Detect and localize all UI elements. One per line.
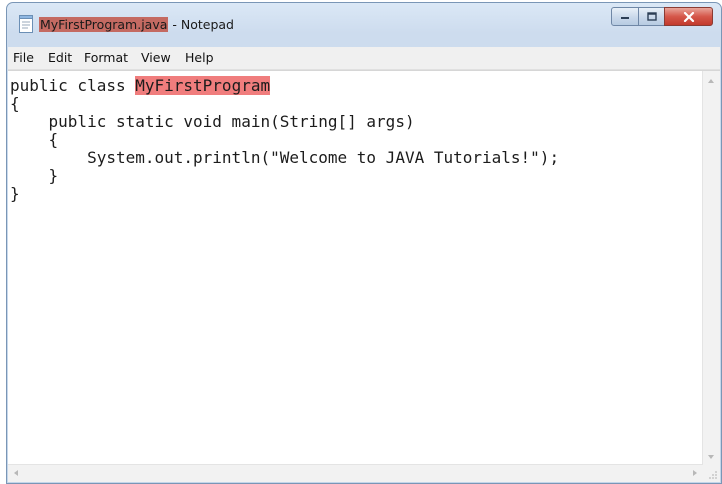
menu-edit[interactable]: Edit	[48, 50, 72, 66]
code-line: }	[10, 184, 20, 203]
minimize-button[interactable]	[611, 7, 639, 26]
minimize-icon	[621, 16, 629, 19]
scroll-up-arrow-icon[interactable]	[708, 79, 714, 83]
code-line: }	[10, 166, 59, 185]
notepad-icon	[19, 15, 33, 33]
scroll-down-arrow-icon[interactable]	[708, 455, 714, 459]
code-text[interactable]: public class MyFirstProgram{ public stat…	[8, 71, 702, 465]
resize-grip[interactable]	[703, 465, 720, 482]
menu-view[interactable]: View	[141, 50, 171, 66]
menu-file[interactable]: File	[13, 50, 34, 66]
maximize-icon	[646, 12, 657, 21]
title-filename: MyFirstProgram.java	[39, 17, 169, 32]
code-line-text: public class	[10, 76, 136, 95]
code-line: System.out.println("Welcome to JAVA Tuto…	[10, 148, 560, 167]
code-line: public static void main(String[] args)	[10, 112, 415, 131]
resize-grip-icon	[709, 471, 717, 479]
code-line: {	[10, 94, 20, 113]
menu-bar: File Edit Format View Help	[8, 47, 720, 70]
scroll-left-arrow-icon[interactable]	[14, 470, 18, 476]
selected-text: MyFirstProgram	[135, 76, 271, 95]
code-line: public class MyFirstProgram	[10, 76, 702, 95]
close-icon	[683, 11, 694, 22]
menu-format[interactable]: Format	[84, 50, 128, 66]
title-app-name: - Notepad	[168, 17, 234, 32]
code-line: {	[10, 130, 59, 149]
vertical-scrollbar[interactable]	[702, 71, 720, 465]
maximize-button[interactable]	[638, 7, 665, 26]
menu-help[interactable]: Help	[185, 50, 214, 66]
window-title: MyFirstProgram.java - Notepad	[39, 17, 234, 33]
title-bar[interactable]: MyFirstProgram.java - Notepad	[7, 3, 721, 47]
text-editor-area[interactable]: public class MyFirstProgram{ public stat…	[8, 70, 720, 482]
close-button[interactable]	[664, 7, 713, 26]
horizontal-scrollbar[interactable]	[8, 464, 703, 482]
notepad-window: MyFirstProgram.java - Notepad File Edit …	[6, 2, 722, 484]
scroll-right-arrow-icon[interactable]	[693, 470, 697, 476]
caption-buttons	[611, 7, 717, 27]
